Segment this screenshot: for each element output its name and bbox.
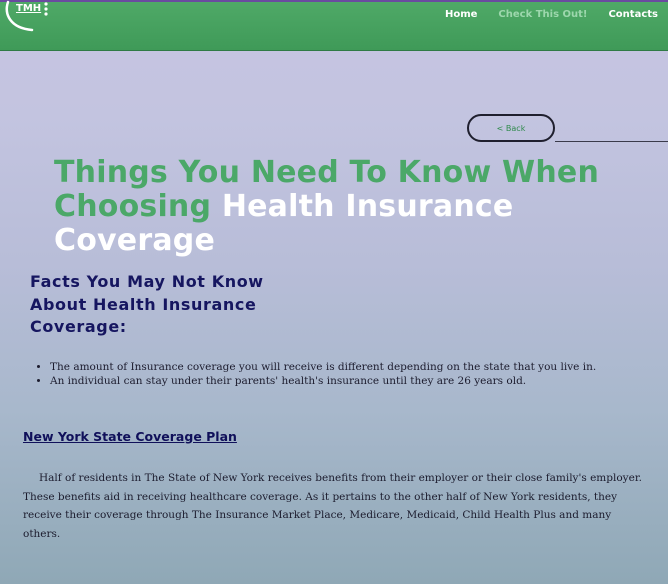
list-item: An individual can stay under their paren… [50, 374, 660, 388]
main-nav: Home Check This Out! Contacts [445, 9, 658, 20]
page-title-line1: Things You Need To Know When [54, 155, 599, 190]
facts-list: The amount of Insurance coverage you wil… [50, 360, 660, 388]
nav-contacts-link[interactable]: Contacts [608, 9, 658, 20]
back-button-underline [555, 141, 668, 142]
facts-heading: Facts You May Not Know About Health Insu… [30, 272, 264, 336]
page-title-choosing: Choosing [54, 189, 212, 224]
nav-check-this-out-link[interactable]: Check This Out! [498, 9, 587, 20]
logo-text: TMH [16, 3, 42, 14]
page-title: Things You Need To Know When Choosing He… [54, 156, 668, 258]
ny-coverage-paragraph: Half of residents in The State of New Yo… [23, 472, 643, 540]
top-navigation-bar: TMH Home Check This Out! Contacts [0, 0, 668, 51]
back-button[interactable]: < Back [467, 114, 555, 142]
nav-home-link[interactable]: Home [445, 9, 477, 20]
list-item: The amount of Insurance coverage you wil… [50, 360, 660, 374]
tmh-logo[interactable]: TMH [2, 0, 50, 36]
ny-coverage-plan-link[interactable]: New York State Coverage Plan [23, 429, 237, 444]
